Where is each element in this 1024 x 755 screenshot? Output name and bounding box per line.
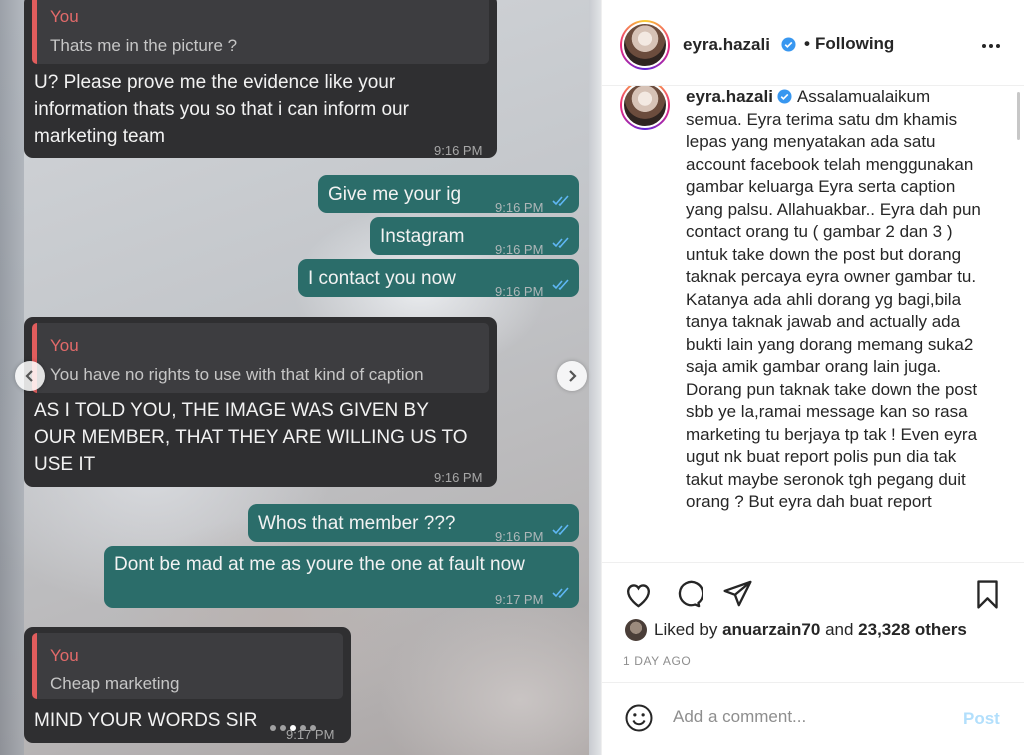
chevron-left-icon <box>25 370 33 382</box>
emoji-icon[interactable] <box>624 703 654 733</box>
read-ticks-icon <box>552 524 569 536</box>
comment-bubble-icon[interactable] <box>672 579 703 610</box>
quote-text: Thats me in the picture ? <box>50 36 238 55</box>
chat-bubble-outgoing: Give me your ig 9:16 PM <box>318 175 579 215</box>
post-date[interactable]: 1 DAY AGO <box>623 654 691 668</box>
liker-avatar[interactable] <box>625 619 647 641</box>
caption-text: Assalamualaikum semua. Eyra terima satu … <box>686 87 981 511</box>
post-header: eyra.hazali • Following <box>602 0 1024 86</box>
instagram-post-view: You Thats me in the picture ? U? Please … <box>0 0 1024 755</box>
verified-badge-icon <box>781 37 796 52</box>
profile-avatar[interactable] <box>620 20 670 70</box>
message-text: U? Please prove me the evidence like you… <box>34 72 409 147</box>
post-image[interactable]: You Thats me in the picture ? U? Please … <box>0 0 601 755</box>
liked-by-and: and <box>825 620 854 639</box>
verified-badge-icon <box>777 89 792 104</box>
liked-by-label: Liked by <box>654 620 718 639</box>
message-text: Dont be mad at me as youre the one at fa… <box>114 554 525 575</box>
carousel-dot <box>270 725 276 731</box>
chat-bubble-outgoing: Dont be mad at me as youre the one at fa… <box>104 546 579 608</box>
read-ticks-icon <box>552 279 569 291</box>
chevron-right-icon <box>569 370 577 382</box>
quote-text: Cheap marketing <box>50 674 180 693</box>
likes-summary: Liked by anuarzain70 and 23,328 others <box>654 620 967 640</box>
message-text: AS I TOLD YOU, THE IMAGE WAS GIVEN BY OU… <box>34 400 468 475</box>
image-edge-highlight <box>589 0 601 755</box>
quote-author: You <box>50 7 79 26</box>
post-side-panel: eyra.hazali • Following eyra.hazali Assal… <box>601 0 1024 755</box>
likes-count-link[interactable]: 23,328 others <box>858 620 967 639</box>
carousel-dot <box>300 725 306 731</box>
share-paper-plane-icon[interactable] <box>722 578 753 609</box>
comment-bar: Post <box>602 682 1024 755</box>
quote-author: You <box>50 336 79 355</box>
chat-bubble-outgoing: Whos that member ??? 9:16 PM <box>248 504 579 544</box>
chat-bubble-outgoing: Instagram 9:16 PM <box>370 217 579 257</box>
liker-username-link[interactable]: anuarzain70 <box>722 620 820 639</box>
username-link[interactable]: eyra.hazali <box>683 35 770 55</box>
read-ticks-icon <box>552 195 569 207</box>
following-button[interactable]: Following <box>815 34 894 54</box>
message-time: 9:16 PM <box>434 470 483 485</box>
post-caption: eyra.hazali Assalamualaikum semua. Eyra t… <box>686 86 986 514</box>
carousel-dot <box>310 725 316 731</box>
separator-dot: • <box>804 34 810 53</box>
quoted-reply: You Thats me in the picture ? <box>32 0 489 64</box>
quote-text: You have no rights to use with that kind… <box>50 365 424 384</box>
message-time: 9:17 PM <box>495 592 544 607</box>
quoted-reply: You Cheap marketing <box>32 633 343 699</box>
quoted-reply: You You have no rights to use with that … <box>32 323 489 393</box>
more-options-icon[interactable] <box>982 44 1000 48</box>
carousel-dot <box>290 725 296 731</box>
caption-scroll-area[interactable]: eyra.hazali Assalamualaikum semua. Eyra t… <box>602 86 1024 562</box>
chat-bubble-incoming: You Thats me in the picture ? U? Please … <box>24 0 497 158</box>
carousel-prev-button[interactable] <box>15 361 45 391</box>
message-time: 9:16 PM <box>434 143 483 158</box>
message-time: 9:16 PM <box>495 284 544 299</box>
carousel-dot <box>280 725 286 731</box>
carousel-next-button[interactable] <box>557 361 587 391</box>
caption-avatar[interactable] <box>620 86 670 130</box>
post-comment-button[interactable]: Post <box>963 709 1000 729</box>
read-ticks-icon <box>552 237 569 249</box>
carousel-indicator <box>270 725 316 731</box>
chat-bubble-outgoing: I contact you now 9:16 PM <box>298 259 579 299</box>
quote-author: You <box>50 646 79 665</box>
chat-bubble-incoming: You You have no rights to use with that … <box>24 317 497 487</box>
comment-input[interactable] <box>673 707 943 727</box>
caption-scrollbar[interactable] <box>1017 92 1020 140</box>
read-ticks-icon <box>552 587 569 599</box>
save-bookmark-icon[interactable] <box>972 579 1003 610</box>
like-heart-icon[interactable] <box>623 579 654 610</box>
caption-username[interactable]: eyra.hazali <box>686 87 773 106</box>
